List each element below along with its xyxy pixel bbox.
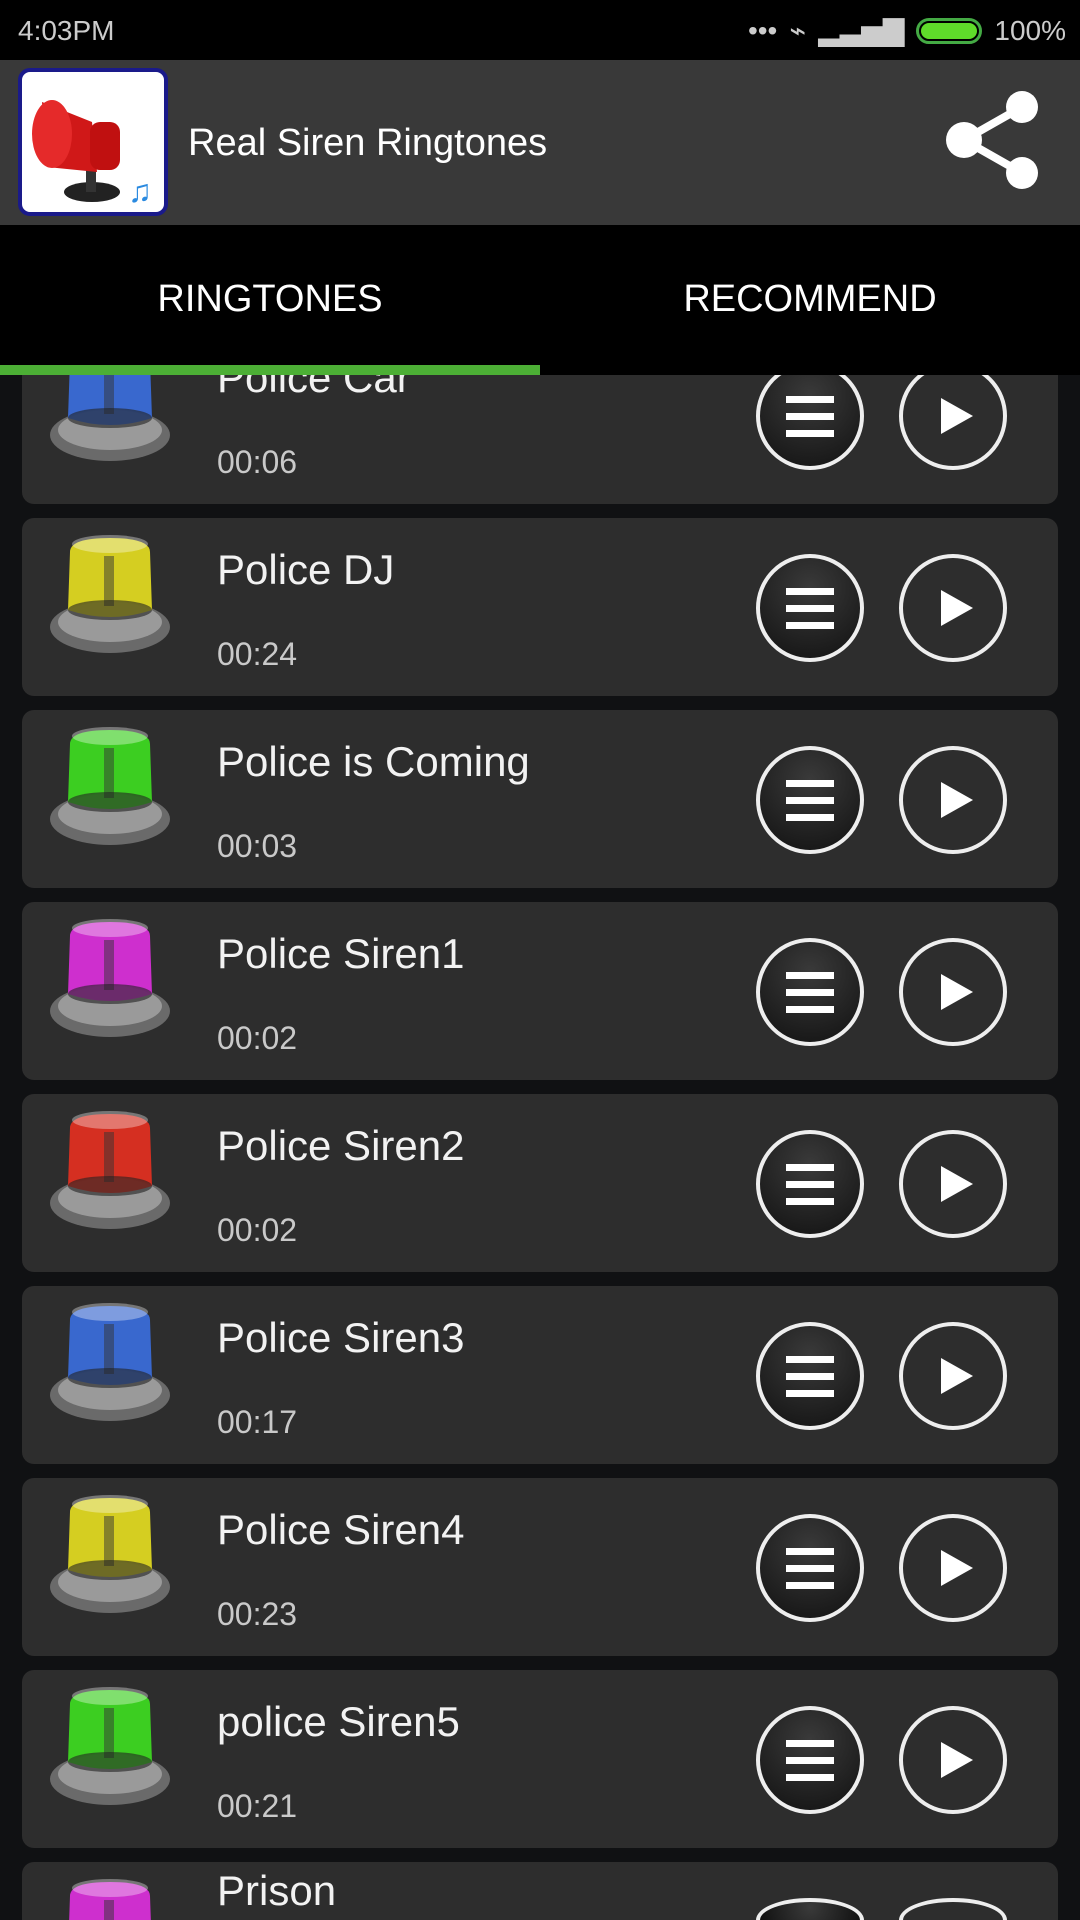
ringtone-duration: 00:06 <box>217 444 298 480</box>
siren-light-icon <box>50 1111 170 1229</box>
play-button[interactable] <box>899 1130 1007 1238</box>
ringtone-duration: 00:02 <box>217 1020 298 1056</box>
ringtone-name: Police Siren1 <box>217 930 465 977</box>
siren-light-icon <box>50 1303 170 1421</box>
app-logo: ♫ <box>18 68 168 216</box>
play-icon <box>941 1550 973 1586</box>
ringtone-duration: 00:02 <box>217 1212 298 1248</box>
play-icon <box>941 1166 973 1202</box>
ringtone-row[interactable]: Police Siren3 00:17 <box>22 1286 1058 1464</box>
ringtone-name: Police Siren2 <box>217 1122 465 1169</box>
siren-light-icon <box>50 727 170 845</box>
ringtone-duration: 00:17 <box>217 1404 298 1440</box>
options-menu-button[interactable] <box>756 1322 864 1430</box>
ringtone-name: Police DJ <box>217 546 395 593</box>
play-button[interactable] <box>899 554 1007 662</box>
play-icon <box>941 782 973 818</box>
svg-text:♫: ♫ <box>128 173 152 209</box>
ringtone-row[interactable]: police Siren5 00:21 <box>22 1670 1058 1848</box>
active-tab-indicator <box>0 365 540 375</box>
ringtone-row[interactable]: Police Siren1 00:02 <box>22 902 1058 1080</box>
play-button[interactable] <box>899 1898 1007 1920</box>
ringtone-duration: 00:24 <box>217 636 298 672</box>
options-menu-button[interactable] <box>756 1706 864 1814</box>
play-icon <box>941 1358 973 1394</box>
app-header: ♫ Real Siren Ringtones <box>0 60 1080 225</box>
ringtone-row[interactable]: Police is Coming 00:03 <box>22 710 1058 888</box>
tab-bar: RINGTONES RECOMMEND <box>0 225 1080 375</box>
battery-icon <box>916 17 983 44</box>
play-button[interactable] <box>899 746 1007 854</box>
siren-light-icon <box>50 1687 170 1805</box>
options-menu-button[interactable] <box>756 1514 864 1622</box>
play-icon <box>941 590 973 626</box>
play-icon <box>941 1742 973 1778</box>
ringtone-row[interactable]: Police Siren2 00:02 <box>22 1094 1058 1272</box>
play-button[interactable] <box>899 1322 1007 1430</box>
options-menu-button[interactable] <box>756 362 864 470</box>
options-menu-button[interactable] <box>756 1130 864 1238</box>
ringtone-duration: 00:23 <box>217 1596 298 1632</box>
options-menu-button[interactable] <box>756 938 864 1046</box>
ringtone-row[interactable]: Police Siren4 00:23 <box>22 1478 1058 1656</box>
ringtone-duration: 00:03 <box>217 828 298 864</box>
ringtone-row[interactable]: Prison <box>22 1862 1058 1920</box>
play-button[interactable] <box>899 938 1007 1046</box>
share-icon[interactable] <box>940 85 1050 195</box>
ringtone-row[interactable]: Police DJ 00:24 <box>22 518 1058 696</box>
status-time: 4:03PM <box>18 15 115 46</box>
siren-light-icon <box>69 1879 151 1920</box>
tab-ringtones[interactable]: RINGTONES <box>0 225 540 375</box>
options-menu-button[interactable] <box>756 746 864 854</box>
play-button[interactable] <box>899 362 1007 470</box>
app-title: Real Siren Ringtones <box>188 122 548 164</box>
status-bar: 4:03PM ••• ⌁ ▂▃▅▇ 100% <box>0 0 1080 60</box>
more-dots-icon: ••• <box>747 14 778 46</box>
play-icon <box>941 974 973 1010</box>
options-menu-button[interactable] <box>756 554 864 662</box>
ringtone-name: police Siren5 <box>217 1698 460 1745</box>
ringtone-duration: 00:21 <box>217 1788 298 1824</box>
ringtone-name: Police Siren3 <box>217 1314 465 1361</box>
alarm-icon: ⌁ <box>789 15 807 46</box>
play-button[interactable] <box>899 1706 1007 1814</box>
ringtone-name: Police Siren4 <box>217 1506 465 1553</box>
ringtone-name: Prison <box>217 1867 337 1914</box>
tab-recommend[interactable]: RECOMMEND <box>540 225 1080 375</box>
play-button[interactable] <box>899 1514 1007 1622</box>
siren-light-icon <box>50 535 170 653</box>
siren-light-icon <box>50 919 170 1037</box>
siren-light-icon <box>50 1495 170 1613</box>
options-menu-button[interactable] <box>756 1898 864 1920</box>
play-icon <box>941 398 973 434</box>
ringtone-name: Police is Coming <box>217 738 530 785</box>
signal-icon: ▂▃▅▇ <box>818 15 905 46</box>
battery-percent: 100% <box>994 14 1066 46</box>
